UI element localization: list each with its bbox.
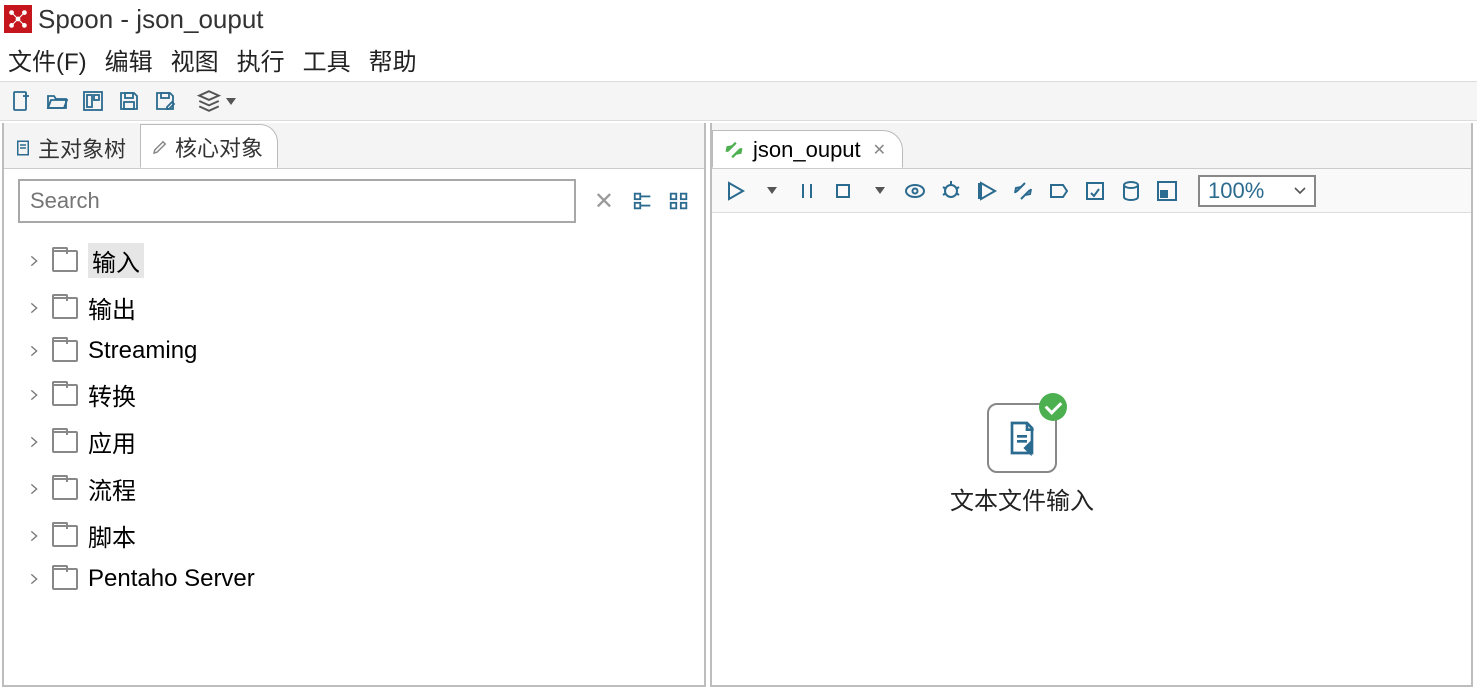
text-file-input-icon [1002,418,1042,458]
tree-item-label: 输出 [88,290,136,325]
tab-main-tree-label: 主对象树 [38,132,126,164]
chevron-down-icon [226,98,236,105]
chevron-right-icon [26,481,42,497]
right-panel: json_ouput ✕ 100% [710,123,1473,687]
clear-search-icon[interactable]: ✕ [590,187,618,216]
debug-icon[interactable] [938,178,964,204]
menubar: 文件(F) 编辑 视图 执行 工具 帮助 [0,38,1477,81]
tree-item-flow[interactable]: 流程 [22,465,696,512]
tree-item-input[interactable]: 输入 [22,237,696,284]
tree-item-label: 应用 [88,424,136,459]
show-results-icon[interactable] [1154,178,1180,204]
app-icon [4,5,32,33]
tree-item-streaming[interactable]: Streaming [22,331,696,371]
tree-item-label: 脚本 [88,518,136,553]
main-area: 主对象树 核心对象 ✕ 输入 [0,121,1477,687]
editor-tabs: json_ouput ✕ [712,123,1471,169]
folder-icon [52,340,78,362]
folder-icon [52,297,78,319]
database-explorer-icon[interactable] [1118,178,1144,204]
zoom-dropdown[interactable]: 100% [1198,175,1316,207]
new-file-icon[interactable] [8,88,34,114]
editor-tab-json-output[interactable]: json_ouput ✕ [712,130,903,168]
side-tabs: 主对象树 核心对象 [4,123,704,169]
main-toolbar [0,81,1477,121]
tree-item-utility[interactable]: 应用 [22,418,696,465]
menu-file[interactable]: 文件(F) [8,42,87,77]
tree: 输入 输出 Streaming 转换 应用 [4,233,704,685]
tree-item-output[interactable]: 输出 [22,284,696,331]
editor-toolbar: 100% [712,169,1471,213]
folder-icon [52,478,78,500]
chevron-right-icon [26,434,42,450]
chevron-right-icon [26,528,42,544]
search-row: ✕ [4,169,704,233]
chevron-right-icon [26,253,42,269]
save-icon[interactable] [116,88,142,114]
tree-item-label: 转换 [88,377,136,412]
left-panel: 主对象树 核心对象 ✕ 输入 [2,123,706,687]
folder-icon [52,568,78,590]
folder-icon [52,384,78,406]
perspective-dropdown[interactable] [196,88,236,114]
chevron-right-icon [26,300,42,316]
tree-item-pentaho-server[interactable]: Pentaho Server [22,559,696,599]
transformation-icon [723,139,745,161]
folder-icon [52,431,78,453]
stop-icon[interactable] [830,178,856,204]
chevron-right-icon [26,571,42,587]
step-node-box [987,403,1057,473]
run-options-dropdown-icon[interactable] [758,178,784,204]
save-as-icon[interactable] [152,88,178,114]
collapse-tree-icon[interactable] [668,190,690,212]
tree-item-label: 流程 [88,471,136,506]
chevron-right-icon [26,387,42,403]
window-title: Spoon - json_ouput [38,4,264,35]
editor-tab-label: json_ouput [753,137,861,163]
run-icon[interactable] [722,178,748,204]
tree-item-script[interactable]: 脚本 [22,512,696,559]
document-icon [14,139,32,157]
menu-help[interactable]: 帮助 [369,42,417,77]
explore-icon[interactable] [80,88,106,114]
tree-item-label: Streaming [88,337,197,365]
tree-item-transform[interactable]: 转换 [22,371,696,418]
menu-view[interactable]: 视图 [171,42,219,77]
step-label: 文本文件输入 [932,481,1112,516]
canvas[interactable]: 文本文件输入 [712,213,1471,685]
impact-icon[interactable] [1046,178,1072,204]
expand-tree-icon[interactable] [632,190,654,212]
titlebar: Spoon - json_ouput [0,0,1477,38]
tab-main-tree[interactable]: 主对象树 [4,126,140,168]
tree-item-label: Pentaho Server [88,565,255,593]
menu-tools[interactable]: 工具 [303,42,351,77]
success-badge-icon [1039,393,1067,421]
chevron-right-icon [26,343,42,359]
search-input[interactable] [18,179,576,223]
menu-run[interactable]: 执行 [237,42,285,77]
tree-item-label: 输入 [88,243,144,278]
tab-core-objects[interactable]: 核心对象 [140,124,278,168]
zoom-value: 100% [1208,178,1264,204]
step-text-file-input[interactable]: 文本文件输入 [932,403,1112,516]
pencil-icon [151,138,169,156]
sql-icon[interactable] [1082,178,1108,204]
folder-icon [52,250,78,272]
open-file-icon[interactable] [44,88,70,114]
pause-icon[interactable] [794,178,820,204]
tab-core-objects-label: 核心对象 [175,131,263,163]
close-tab-icon[interactable]: ✕ [873,140,886,160]
verify-icon[interactable] [1010,178,1036,204]
stop-options-dropdown-icon[interactable] [866,178,892,204]
chevron-down-icon [1294,187,1306,195]
folder-icon [52,525,78,547]
menu-edit[interactable]: 编辑 [105,42,153,77]
preview-icon[interactable] [902,178,928,204]
replay-icon[interactable] [974,178,1000,204]
